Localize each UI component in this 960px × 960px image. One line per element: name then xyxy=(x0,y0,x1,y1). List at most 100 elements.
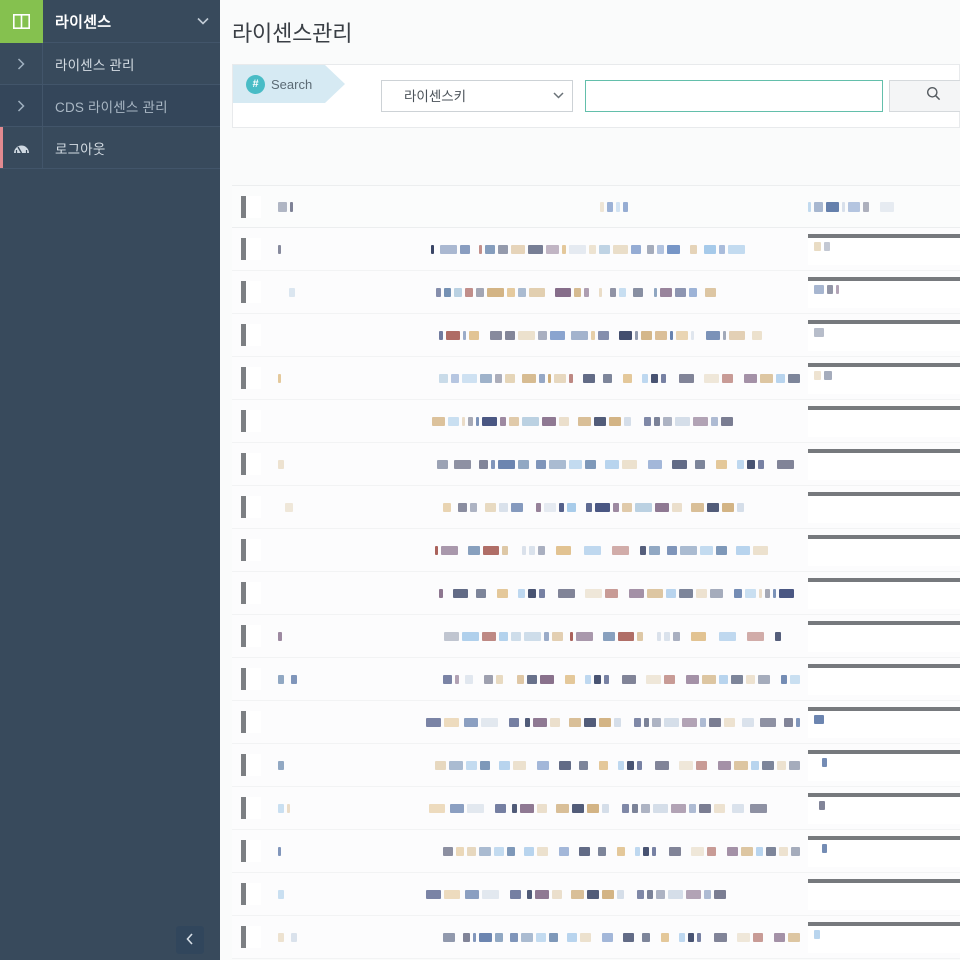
row-side-input[interactable] xyxy=(808,749,960,781)
row-checkbox[interactable] xyxy=(232,840,278,862)
row-side-input[interactable] xyxy=(808,491,960,523)
row-side-input[interactable] xyxy=(808,792,960,824)
row-cell-c[interactable] xyxy=(800,744,960,787)
row-cell-c[interactable] xyxy=(800,701,960,744)
table-row[interactable] xyxy=(232,486,960,529)
table-row[interactable] xyxy=(232,701,960,744)
redacted-text xyxy=(278,930,297,944)
table-row[interactable] xyxy=(232,658,960,701)
row-checkbox[interactable] xyxy=(232,324,278,346)
sidebar-brand[interactable]: 라이센스 xyxy=(0,0,220,43)
table-row[interactable] xyxy=(232,615,960,658)
row-cell-c[interactable] xyxy=(800,529,960,572)
row-side-input[interactable] xyxy=(808,319,960,351)
row-cell-a xyxy=(278,285,330,299)
table-row[interactable] xyxy=(232,314,960,357)
sidebar-item-logout[interactable]: 로그아웃 xyxy=(0,127,220,169)
row-side-input[interactable] xyxy=(808,706,960,738)
table-row[interactable] xyxy=(232,443,960,486)
table-row[interactable] xyxy=(232,873,960,916)
row-cell-c[interactable] xyxy=(800,400,960,443)
table-row[interactable] xyxy=(232,271,960,314)
chevron-right-icon xyxy=(0,43,43,84)
row-cell-b xyxy=(330,586,800,600)
table-row[interactable] xyxy=(232,787,960,830)
row-checkbox[interactable] xyxy=(232,668,278,690)
row-cell-c[interactable] xyxy=(800,572,960,615)
row-side-input[interactable] xyxy=(808,835,960,867)
table-header-col-b[interactable] xyxy=(330,200,800,214)
redacted-text xyxy=(278,371,281,385)
app-root: 라이센스 라이센스 관리 CDS 라이센스 관리 로그아웃 라이센스관리 # S… xyxy=(0,0,960,960)
redacted-text xyxy=(808,200,894,214)
redacted-text xyxy=(439,586,794,600)
checkbox-icon xyxy=(241,625,261,647)
row-cell-c[interactable] xyxy=(800,658,960,701)
row-checkbox[interactable] xyxy=(232,883,278,905)
row-checkbox[interactable] xyxy=(232,281,278,303)
redacted-text xyxy=(808,797,960,811)
checkbox-icon xyxy=(241,238,261,260)
table-header-col-c[interactable] xyxy=(800,185,960,228)
table-row[interactable] xyxy=(232,744,960,787)
row-checkbox[interactable] xyxy=(232,625,278,647)
sidebar-item-cds-license-management[interactable]: CDS 라이센스 관리 xyxy=(0,85,220,127)
table-row[interactable] xyxy=(232,357,960,400)
row-cell-c[interactable] xyxy=(800,314,960,357)
hash-icon: # xyxy=(246,74,265,94)
row-checkbox[interactable] xyxy=(232,711,278,733)
search-button[interactable] xyxy=(889,80,960,112)
row-checkbox[interactable] xyxy=(232,410,278,432)
row-checkbox[interactable] xyxy=(232,496,278,518)
panel-columns-icon xyxy=(0,0,43,43)
row-side-input[interactable] xyxy=(808,534,960,566)
row-cell-c[interactable] xyxy=(800,443,960,486)
row-cell-a xyxy=(278,801,330,815)
table-row[interactable] xyxy=(232,916,960,959)
row-checkbox[interactable] xyxy=(232,238,278,260)
row-cell-c[interactable] xyxy=(800,787,960,830)
row-cell-c[interactable] xyxy=(800,916,960,959)
row-side-input[interactable] xyxy=(808,276,960,308)
row-side-input[interactable] xyxy=(808,577,960,609)
select-all-checkbox[interactable] xyxy=(232,195,278,218)
sidebar-item-license-management[interactable]: 라이센스 관리 xyxy=(0,43,220,85)
row-side-input[interactable] xyxy=(808,921,960,953)
row-side-input[interactable] xyxy=(808,663,960,695)
row-cell-c[interactable] xyxy=(800,830,960,873)
row-cell-c[interactable] xyxy=(800,486,960,529)
row-checkbox[interactable] xyxy=(232,582,278,604)
row-side-input[interactable] xyxy=(808,448,960,480)
table-row[interactable] xyxy=(232,572,960,615)
row-checkbox[interactable] xyxy=(232,539,278,561)
row-cell-b xyxy=(330,629,800,643)
row-checkbox[interactable] xyxy=(232,797,278,819)
row-cell-c[interactable] xyxy=(800,228,960,271)
table-row[interactable] xyxy=(232,529,960,572)
row-checkbox[interactable] xyxy=(232,453,278,475)
row-cell-c[interactable] xyxy=(800,271,960,314)
table-body[interactable] xyxy=(232,228,960,960)
row-cell-c[interactable] xyxy=(800,615,960,658)
table-row[interactable] xyxy=(232,830,960,873)
row-side-input[interactable] xyxy=(808,620,960,652)
row-checkbox[interactable] xyxy=(232,367,278,389)
checkbox-icon xyxy=(241,582,261,604)
row-side-input[interactable] xyxy=(808,405,960,437)
table-row[interactable] xyxy=(232,228,960,271)
chevron-down-icon[interactable] xyxy=(186,17,220,25)
row-side-input[interactable] xyxy=(808,233,960,265)
search-field-select[interactable]: 라이센스키 xyxy=(381,80,573,112)
search-input[interactable] xyxy=(585,80,883,112)
sidebar-item-label: CDS 라이센스 관리 xyxy=(55,99,168,115)
sidebar-collapse-button[interactable] xyxy=(176,926,204,954)
row-cell-c[interactable] xyxy=(800,357,960,400)
table-row[interactable] xyxy=(232,400,960,443)
row-checkbox[interactable] xyxy=(232,926,278,948)
row-cell-c[interactable] xyxy=(800,873,960,916)
row-cell-a xyxy=(278,414,330,428)
row-checkbox[interactable] xyxy=(232,754,278,776)
row-side-input[interactable] xyxy=(808,362,960,394)
table-header-col-a[interactable] xyxy=(278,200,330,214)
row-side-input[interactable] xyxy=(808,878,960,910)
